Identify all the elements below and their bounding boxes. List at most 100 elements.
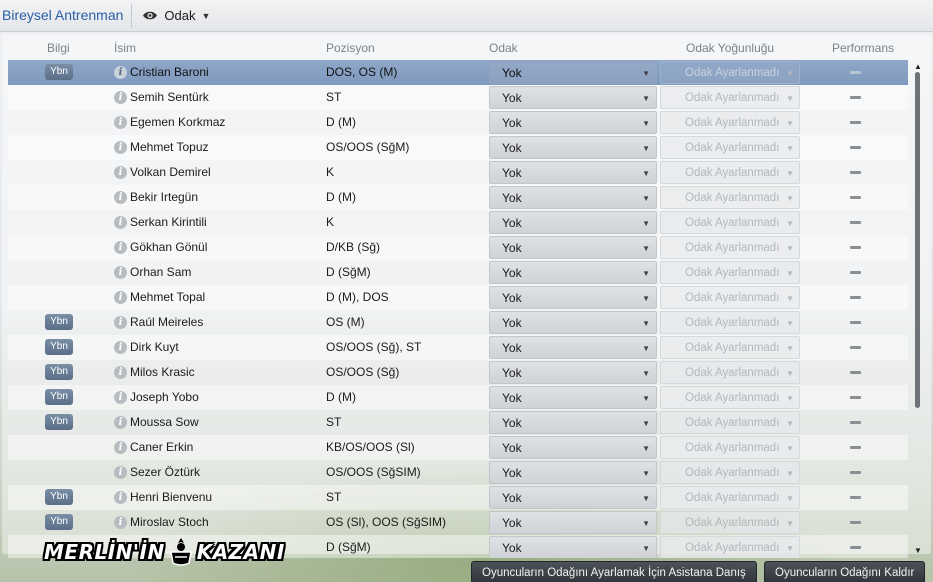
player-name[interactable]: Joseph Yobo bbox=[130, 385, 199, 410]
focus-dropdown[interactable]: Yok ▼ bbox=[489, 336, 657, 359]
info-icon[interactable]: i bbox=[114, 341, 127, 354]
scrollbar-thumb[interactable] bbox=[915, 72, 920, 408]
player-name[interactable]: Egemen Korkmaz bbox=[130, 110, 225, 135]
player-name[interactable]: Caner Erkin bbox=[130, 435, 193, 460]
player-name[interactable]: Semih Sentürk bbox=[130, 85, 209, 110]
loan-badge[interactable]: Ybn bbox=[45, 364, 73, 380]
loan-badge[interactable]: Ybn bbox=[45, 414, 73, 430]
info-icon[interactable]: i bbox=[114, 416, 127, 429]
column-header-name[interactable]: İsim bbox=[114, 41, 136, 55]
player-name[interactable]: Dirk Kuyt bbox=[130, 335, 179, 360]
info-icon[interactable]: i bbox=[114, 366, 127, 379]
info-icon[interactable]: i bbox=[114, 491, 127, 504]
focus-dropdown[interactable]: Yok ▼ bbox=[489, 511, 657, 534]
focus-dropdown[interactable]: Yok ▼ bbox=[489, 86, 657, 109]
player-name[interactable]: Bekir Irtegün bbox=[130, 185, 198, 210]
player-name[interactable]: Cristian Baroni bbox=[130, 60, 209, 85]
player-name[interactable]: Sezer Öztürk bbox=[130, 460, 200, 485]
focus-dropdown[interactable]: Yok ▼ bbox=[489, 386, 657, 409]
info-icon[interactable]: i bbox=[114, 66, 127, 79]
scroll-up-icon[interactable]: ▲ bbox=[914, 62, 922, 71]
table-row[interactable]: i Gökhan Gönül D/KB (Sğ) Yok ▼ Odak Ayarlanma… bbox=[8, 235, 908, 260]
table-row[interactable]: Ybn i Henri Bienvenu ST Yok ▼ Odak Ayarlanmadı… bbox=[8, 485, 908, 510]
table-row[interactable]: i Volkan Demirel K Yok ▼ Odak Ayarlanmadı ▼ bbox=[8, 160, 908, 185]
focus-dropdown[interactable]: Yok ▼ bbox=[489, 411, 657, 434]
table-row[interactable]: i Caner Erkin KB/OS/OOS (Sl) Yok ▼ Odak Ayarl… bbox=[8, 435, 908, 460]
loan-badge[interactable]: Ybn bbox=[45, 489, 73, 505]
focus-dropdown[interactable]: Yok ▼ bbox=[489, 186, 657, 209]
focus-dropdown[interactable]: Yok ▼ bbox=[489, 311, 657, 334]
table-row[interactable]: i Mehmet Topal D (M), DOS Yok ▼ Odak Ayarlanm… bbox=[8, 285, 908, 310]
info-icon[interactable]: i bbox=[114, 466, 127, 479]
loan-badge[interactable]: Ybn bbox=[45, 64, 73, 80]
info-icon[interactable]: i bbox=[114, 441, 127, 454]
table-row[interactable]: Ybn i Cristian Baroni DOS, OS (M) Yok ▼ Odak A… bbox=[8, 60, 908, 85]
loan-badge[interactable]: Ybn bbox=[45, 339, 73, 355]
info-icon[interactable]: i bbox=[114, 266, 127, 279]
focus-dropdown[interactable]: Yok ▼ bbox=[489, 236, 657, 259]
info-icon[interactable]: i bbox=[114, 191, 127, 204]
table-row[interactable]: Ybn i Moussa Sow ST Yok ▼ Odak Ayarlanmadı ▼ bbox=[8, 410, 908, 435]
table-row[interactable]: i Orhan Sam D (SğM) Yok ▼ Odak Ayarlanmadı ▼ bbox=[8, 260, 908, 285]
table-row[interactable]: i Mehmet Topuz OS/OOS (SğM) Yok ▼ Odak Ayarla… bbox=[8, 135, 908, 160]
view-selector-button[interactable]: Odak ▼ bbox=[138, 8, 214, 23]
player-name[interactable]: Mehmet Topuz bbox=[130, 135, 209, 160]
focus-dropdown[interactable]: Yok ▼ bbox=[489, 461, 657, 484]
focus-dropdown[interactable]: Yok ▼ bbox=[489, 261, 657, 284]
table-row[interactable]: Ybn i Raúl Meireles OS (M) Yok ▼ Odak Ayarlanm… bbox=[8, 310, 908, 335]
focus-dropdown[interactable]: Yok ▼ bbox=[489, 436, 657, 459]
column-header-intensity[interactable]: Odak Yoğunluğu bbox=[686, 41, 774, 55]
table-row[interactable]: i Semih Sentürk ST Yok ▼ Odak Ayarlanmadı ▼ bbox=[8, 85, 908, 110]
column-header-info[interactable]: Bilgi bbox=[47, 41, 70, 55]
table-row[interactable]: Ybn i Joseph Yobo D (M) Yok ▼ Odak Ayarlanmadı… bbox=[8, 385, 908, 410]
intensity-dropdown: Odak Ayarlanmadı ▼ bbox=[660, 86, 800, 109]
info-icon[interactable]: i bbox=[114, 391, 127, 404]
info-icon[interactable]: i bbox=[114, 216, 127, 229]
player-name[interactable]: Volkan Demirel bbox=[130, 160, 211, 185]
focus-dropdown[interactable]: Yok ▼ bbox=[489, 61, 657, 84]
column-header-performance[interactable]: Performans bbox=[832, 41, 894, 55]
focus-dropdown[interactable]: Yok ▼ bbox=[489, 486, 657, 509]
remove-focus-button[interactable]: Oyuncuların Odağını Kaldır bbox=[764, 561, 926, 582]
intensity-dropdown: Odak Ayarlanmadı ▼ bbox=[660, 111, 800, 134]
table-row[interactable]: Ybn i Dirk Kuyt OS/OOS (Sğ), ST Yok ▼ Odak Aya… bbox=[8, 335, 908, 360]
loan-badge[interactable]: Ybn bbox=[45, 389, 73, 405]
table-row[interactable]: i Serkan Kirintili K Yok ▼ Odak Ayarlanmadı ▼ bbox=[8, 210, 908, 235]
table-row[interactable]: Ybn i Miroslav Stoch OS (Sl), OOS (SğSIM) Yo… bbox=[8, 510, 908, 535]
focus-dropdown[interactable]: Yok ▼ bbox=[489, 361, 657, 384]
ask-assistant-button[interactable]: Oyuncuların Odağını Ayarlamak İçin Asist… bbox=[471, 561, 757, 582]
column-header-position[interactable]: Pozisyon bbox=[326, 41, 375, 55]
scroll-down-icon[interactable]: ▼ bbox=[914, 546, 922, 555]
info-icon[interactable]: i bbox=[114, 316, 127, 329]
focus-dropdown[interactable]: Yok ▼ bbox=[489, 536, 657, 558]
column-header-focus[interactable]: Odak bbox=[489, 41, 518, 55]
player-name[interactable]: Gökhan Gönül bbox=[130, 235, 207, 260]
scrollbar[interactable]: ▲ ▼ bbox=[911, 60, 927, 558]
info-icon[interactable]: i bbox=[114, 166, 127, 179]
player-name[interactable]: Moussa Sow bbox=[130, 410, 199, 435]
info-icon[interactable]: i bbox=[114, 516, 127, 529]
player-name[interactable]: Orhan Sam bbox=[130, 260, 191, 285]
focus-dropdown[interactable]: Yok ▼ bbox=[489, 286, 657, 309]
player-name[interactable]: Milos Krasic bbox=[130, 360, 195, 385]
info-icon[interactable]: i bbox=[114, 91, 127, 104]
player-name[interactable]: Henri Bienvenu bbox=[130, 485, 212, 510]
player-name[interactable]: Serkan Kirintili bbox=[130, 210, 207, 235]
info-icon[interactable]: i bbox=[114, 116, 127, 129]
table-row[interactable]: i Egemen Korkmaz D (M) Yok ▼ Odak Ayarlanmadı… bbox=[8, 110, 908, 135]
player-name[interactable]: Mehmet Topal bbox=[130, 285, 205, 310]
loan-badge[interactable]: Ybn bbox=[45, 514, 73, 530]
player-name[interactable]: Miroslav Stoch bbox=[130, 510, 209, 535]
focus-dropdown[interactable]: Yok ▼ bbox=[489, 161, 657, 184]
focus-dropdown[interactable]: Yok ▼ bbox=[489, 111, 657, 134]
focus-dropdown[interactable]: Yok ▼ bbox=[489, 211, 657, 234]
table-row[interactable]: i Bekir Irtegün D (M) Yok ▼ Odak Ayarlanmadı ▼ bbox=[8, 185, 908, 210]
info-icon[interactable]: i bbox=[114, 291, 127, 304]
table-row[interactable]: i Sezer Öztürk OS/OOS (SğSIM) Yok ▼ Odak Ayar… bbox=[8, 460, 908, 485]
info-icon[interactable]: i bbox=[114, 141, 127, 154]
focus-dropdown[interactable]: Yok ▼ bbox=[489, 136, 657, 159]
player-name[interactable]: Raúl Meireles bbox=[130, 310, 203, 335]
table-row[interactable]: Ybn i Milos Krasic OS/OOS (Sğ) Yok ▼ Odak Ayar… bbox=[8, 360, 908, 385]
loan-badge[interactable]: Ybn bbox=[45, 314, 73, 330]
info-icon[interactable]: i bbox=[114, 241, 127, 254]
